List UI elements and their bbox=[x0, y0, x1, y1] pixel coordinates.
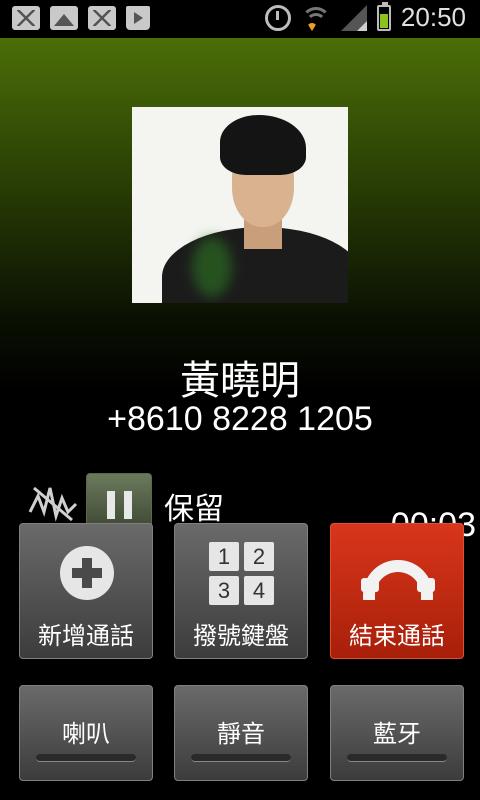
gallery-icon bbox=[50, 6, 78, 30]
keypad-label: 撥號鍵盤 bbox=[193, 622, 289, 650]
keypad-key: 2 bbox=[244, 542, 274, 571]
caller-number: +8610 8228 1205 bbox=[107, 400, 373, 438]
mute-label: 靜音 bbox=[217, 720, 265, 748]
play-store-icon bbox=[126, 6, 150, 30]
contact-photo bbox=[132, 107, 348, 303]
speaker-label: 喇叭 bbox=[62, 720, 110, 748]
gmail-icon bbox=[88, 6, 116, 30]
battery-icon bbox=[376, 1, 391, 31]
keypad-button[interactable]: 1 2 3 4 撥號鍵盤 bbox=[174, 523, 308, 659]
hang-up-icon bbox=[361, 560, 435, 600]
keypad-key: 4 bbox=[244, 576, 274, 605]
bluetooth-label: 藍牙 bbox=[373, 720, 421, 748]
alarm-icon bbox=[264, 4, 291, 31]
status-clock: 20:50 bbox=[400, 2, 466, 32]
wifi-icon bbox=[300, 5, 331, 31]
keypad-key: 1 bbox=[209, 542, 239, 571]
keypad-icon: 1 2 3 4 bbox=[209, 542, 275, 606]
hold-label: 保留 bbox=[164, 492, 224, 527]
notification-icons bbox=[12, 6, 150, 30]
noise-reduction-icon bbox=[28, 486, 78, 522]
mute-indicator bbox=[191, 754, 291, 762]
signal-icon bbox=[340, 4, 367, 31]
speaker-button[interactable]: 喇叭 bbox=[19, 685, 153, 781]
add-icon bbox=[60, 546, 114, 600]
pause-icon bbox=[107, 491, 115, 519]
keypad-key: 3 bbox=[209, 576, 239, 605]
bluetooth-button[interactable]: 藍牙 bbox=[330, 685, 464, 781]
status-bar: 20:50 bbox=[0, 0, 480, 38]
end-call-label: 結束通話 bbox=[349, 622, 445, 650]
bluetooth-indicator bbox=[347, 754, 447, 762]
add-call-label: 新增通話 bbox=[38, 622, 134, 650]
end-call-button[interactable]: 結束通話 bbox=[330, 523, 464, 659]
speaker-indicator bbox=[36, 754, 136, 762]
add-call-button[interactable]: 新增通話 bbox=[19, 523, 153, 659]
system-icons: 20:50 bbox=[264, 1, 466, 33]
caller-panel: 黃曉明 +8610 8228 1205 保留 00:03 bbox=[0, 38, 480, 544]
caller-name: 黃曉明 bbox=[180, 358, 300, 404]
mute-button[interactable]: 靜音 bbox=[174, 685, 308, 781]
gmail-icon bbox=[12, 6, 40, 30]
